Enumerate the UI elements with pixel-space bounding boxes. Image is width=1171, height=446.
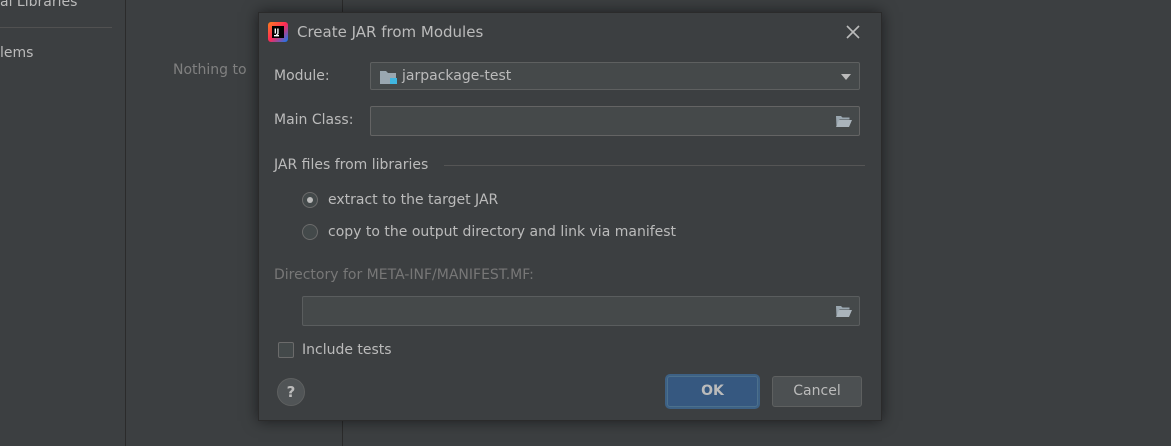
project-structure-sidebar: al Libraries lems <box>0 0 126 446</box>
main-class-field[interactable] <box>370 106 860 136</box>
create-jar-dialog: IJ Create JAR from Modules Module: jarpa… <box>258 12 882 421</box>
browse-folder-icon[interactable] <box>835 304 853 318</box>
module-value: jarpackage-test <box>402 68 512 84</box>
include-tests-label[interactable]: Include tests <box>302 342 392 358</box>
main-class-label: Main Class: <box>274 112 354 128</box>
manifest-dir-field[interactable] <box>302 296 860 326</box>
extract-radio-label[interactable]: extract to the target JAR <box>328 192 498 208</box>
ok-button[interactable]: OK <box>667 376 758 407</box>
jar-files-group-title: JAR files from libraries <box>274 157 429 173</box>
sidebar-item-libraries[interactable]: al Libraries <box>0 0 77 10</box>
group-separator <box>444 165 865 166</box>
dialog-titlebar[interactable]: IJ Create JAR from Modules <box>259 13 881 51</box>
module-folder-icon <box>380 71 397 84</box>
sidebar-divider <box>0 27 112 28</box>
close-icon[interactable] <box>843 22 863 42</box>
dialog-title: Create JAR from Modules <box>297 23 484 41</box>
copy-radio-label[interactable]: copy to the output directory and link vi… <box>328 224 676 240</box>
copy-radio[interactable] <box>302 224 318 240</box>
cancel-button[interactable]: Cancel <box>772 376 862 407</box>
manifest-dir-label: Directory for META-INF/MANIFEST.MF: <box>274 267 534 283</box>
empty-list-text: Nothing to <box>173 62 247 78</box>
svg-text:IJ: IJ <box>274 28 279 36</box>
include-tests-checkbox[interactable] <box>278 342 294 358</box>
extract-radio[interactable] <box>302 192 318 208</box>
help-icon[interactable]: ? <box>277 378 305 406</box>
intellij-app-icon: IJ <box>268 22 288 42</box>
dropdown-arrow-icon[interactable] <box>840 73 852 81</box>
module-label: Module: <box>274 68 330 84</box>
sidebar-item-problems[interactable]: lems <box>0 45 33 61</box>
module-select[interactable]: jarpackage-test <box>370 62 860 90</box>
browse-folder-icon[interactable] <box>835 114 853 128</box>
